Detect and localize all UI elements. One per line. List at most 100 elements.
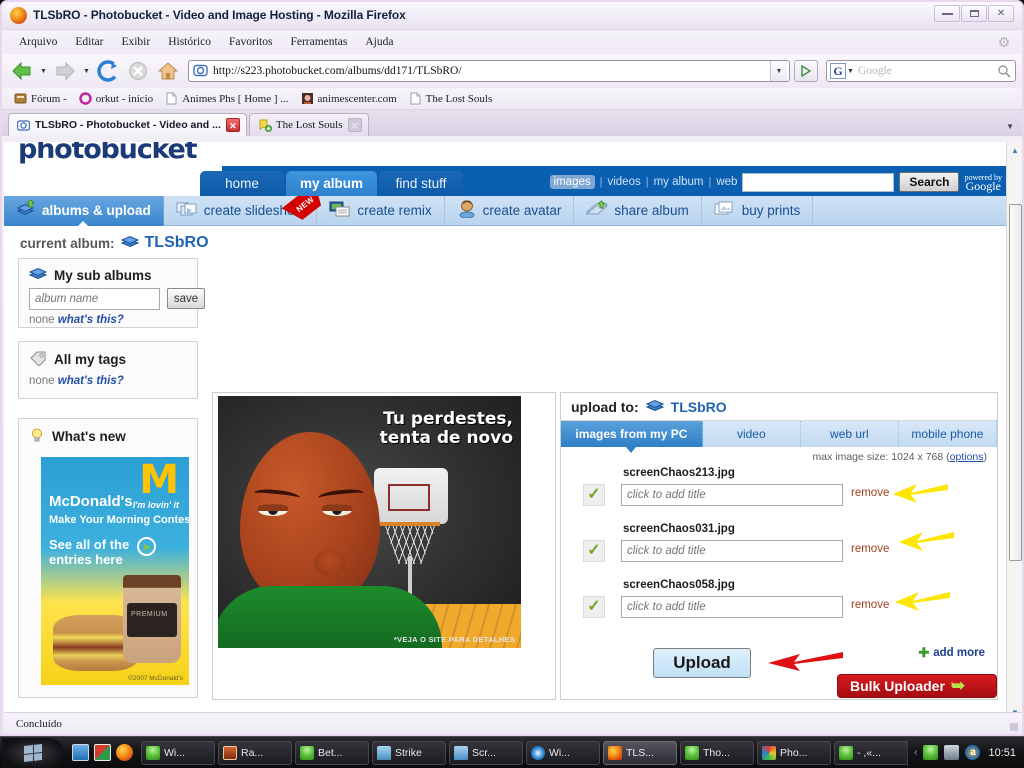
address-dropdown-icon[interactable]: ▼ <box>770 61 787 81</box>
avast-icon[interactable]: a <box>965 745 981 760</box>
back-arrow-icon[interactable] <box>8 57 36 85</box>
system-clock[interactable]: 10:51 <box>988 747 1016 759</box>
upload-tab-images-from-my-pc[interactable]: images from my PC <box>561 421 703 453</box>
upload-tab-mobile-phone[interactable]: mobile phone <box>899 421 997 447</box>
file-remove-link[interactable]: remove <box>851 487 889 499</box>
ad-arrow-icon[interactable]: ➤ <box>137 537 156 556</box>
tray-expand-chevron-icon[interactable]: ‹ <box>914 747 917 758</box>
sub-albums-help-link[interactable]: what's this? <box>58 314 124 326</box>
google-logo-icon[interactable]: G <box>830 63 846 79</box>
browser-tab-photobucket[interactable]: TLSbRO - Photobucket - Video and ... ✕ <box>8 113 247 136</box>
file-remove-link[interactable]: remove <box>851 599 889 611</box>
taskbar-item[interactable]: Wi... <box>526 740 600 765</box>
minimize-button[interactable] <box>934 5 960 22</box>
site-search-button[interactable]: Search <box>899 172 960 192</box>
file-title-input[interactable] <box>621 484 843 506</box>
go-button[interactable] <box>794 60 818 82</box>
album-name-input[interactable] <box>29 288 160 310</box>
file-title-input[interactable] <box>621 596 843 618</box>
bookmark-the-lost-souls[interactable]: The Lost Souls <box>404 91 498 106</box>
search-engine-dropdown-icon[interactable]: ▼ <box>847 68 854 75</box>
menu-item-ajuda[interactable]: Ajuda <box>356 34 402 50</box>
browser-search-input[interactable]: Google <box>858 65 994 77</box>
save-album-button[interactable]: save <box>167 288 205 309</box>
tab-list-dropdown-icon[interactable]: ▼ <box>1006 122 1014 131</box>
tab-close-icon[interactable]: ✕ <box>225 118 240 132</box>
subnav-create-slideshow[interactable]: create slideshow NEW <box>164 196 318 226</box>
close-button[interactable]: ✕ <box>988 5 1014 22</box>
show-desktop-icon[interactable] <box>72 744 89 761</box>
nav-tab-my-album[interactable]: my album <box>286 171 378 196</box>
taskbar-item[interactable]: Wi... <box>141 740 215 765</box>
current-album-name[interactable]: TLSbRO <box>145 234 209 252</box>
file-remove-link[interactable]: remove <box>851 543 889 555</box>
file-checkbox[interactable]: ✓ <box>583 540 605 562</box>
search-category-web[interactable]: web <box>716 176 737 188</box>
bulk-uploader-button[interactable]: Bulk Uploader ➥ <box>837 674 997 698</box>
taskbar-item[interactable]: Ra... <box>218 740 292 765</box>
menu-item-exibir[interactable]: Exibir <box>112 34 159 50</box>
upload-button[interactable]: Upload <box>653 648 751 678</box>
search-magnifier-icon[interactable] <box>994 64 1014 78</box>
after-effects-icon[interactable] <box>94 744 111 761</box>
browser-search-box[interactable]: G ▼ Google <box>826 60 1016 82</box>
back-dropdown-icon[interactable]: ▼ <box>38 68 49 75</box>
bookmark-forum[interactable]: Fórum - <box>9 91 72 106</box>
reload-icon[interactable] <box>94 57 122 85</box>
firefox-icon[interactable] <box>116 744 133 761</box>
featured-image[interactable]: Tu perdestes, tenta de novo *VEJA O SITE… <box>218 396 521 648</box>
menu-item-arquivo[interactable]: Arquivo <box>10 34 66 50</box>
upload-tab-web-url[interactable]: web url <box>801 421 899 447</box>
search-category-videos[interactable]: videos <box>607 176 640 188</box>
menu-item-ferramentas[interactable]: Ferramentas <box>281 34 356 50</box>
search-category-images[interactable]: images <box>549 175 595 189</box>
mcdonalds-ad[interactable]: M McDonald's I'm lovin' it Make Your Mor… <box>41 457 189 685</box>
file-checkbox[interactable]: ✓ <box>583 484 605 506</box>
taskbar-item-active[interactable]: TLS... <box>603 740 677 765</box>
photobucket-logo[interactable]: photobucket <box>18 142 198 165</box>
upload-tab-video[interactable]: video <box>703 421 801 447</box>
menu-item-historico[interactable]: Histórico <box>159 34 220 50</box>
home-icon[interactable] <box>154 57 182 85</box>
taskbar-item[interactable]: Tho... <box>680 740 754 765</box>
taskbar-item[interactable]: Bet... <box>295 740 369 765</box>
network-icon[interactable] <box>944 745 960 760</box>
msn-icon <box>300 745 314 760</box>
bookmark-animes-phs[interactable]: Animes Phs [ Home ] ... <box>160 91 293 106</box>
resize-grip[interactable] <box>1010 723 1018 731</box>
scroll-up-arrow-icon[interactable]: ▲ <box>1007 142 1022 158</box>
remix-icon <box>329 200 351 221</box>
taskbar-item[interactable]: Scr... <box>449 740 523 765</box>
start-button[interactable] <box>2 737 64 768</box>
bookmark-orkut[interactable]: orkut - início <box>74 91 158 106</box>
add-more-link[interactable]: ✚ add more <box>918 645 985 661</box>
file-title-input[interactable] <box>621 540 843 562</box>
subnav-albums-upload[interactable]: albums & upload <box>4 195 164 227</box>
page-scrollbar[interactable]: ▲ ▼ <box>1006 142 1022 720</box>
settings-gear-icon[interactable]: ⚙ <box>996 34 1012 50</box>
menu-item-favoritos[interactable]: Favoritos <box>220 34 281 50</box>
subnav-buy-prints[interactable]: buy prints <box>702 195 814 226</box>
taskbar-item[interactable]: Pho... <box>757 740 831 765</box>
tags-help-link[interactable]: what's this? <box>58 375 124 387</box>
menu-item-editar[interactable]: Editar <box>66 34 112 50</box>
nav-tab-find-stuff[interactable]: find stuff <box>379 171 464 196</box>
taskbar-item[interactable]: - ,«... <box>834 740 908 765</box>
browser-tab-lost-souls[interactable]: The Lost Souls ✕ <box>248 113 369 136</box>
file-checkbox[interactable]: ✓ <box>583 596 605 618</box>
subnav-share-album[interactable]: share album <box>574 195 702 226</box>
scrollbar-thumb[interactable] <box>1009 204 1022 561</box>
subnav-create-remix[interactable]: create remix <box>317 195 445 226</box>
bookmark-animescenter[interactable]: animescenter.com <box>296 91 402 106</box>
tab-close-icon[interactable]: ✕ <box>347 118 362 132</box>
maximize-button[interactable] <box>961 5 987 22</box>
msn-icon[interactable] <box>923 745 939 760</box>
address-bar[interactable]: http://s223.photobucket.com/albums/dd171… <box>188 60 790 82</box>
nav-tab-home[interactable]: home <box>200 171 284 196</box>
upload-options-link[interactable]: options <box>950 451 984 463</box>
search-category-my-album[interactable]: my album <box>654 176 704 188</box>
site-search-input[interactable] <box>742 172 895 192</box>
anime-icon <box>301 92 314 105</box>
subnav-create-avatar[interactable]: create avatar <box>445 195 575 226</box>
taskbar-item[interactable]: Strike <box>372 740 446 765</box>
